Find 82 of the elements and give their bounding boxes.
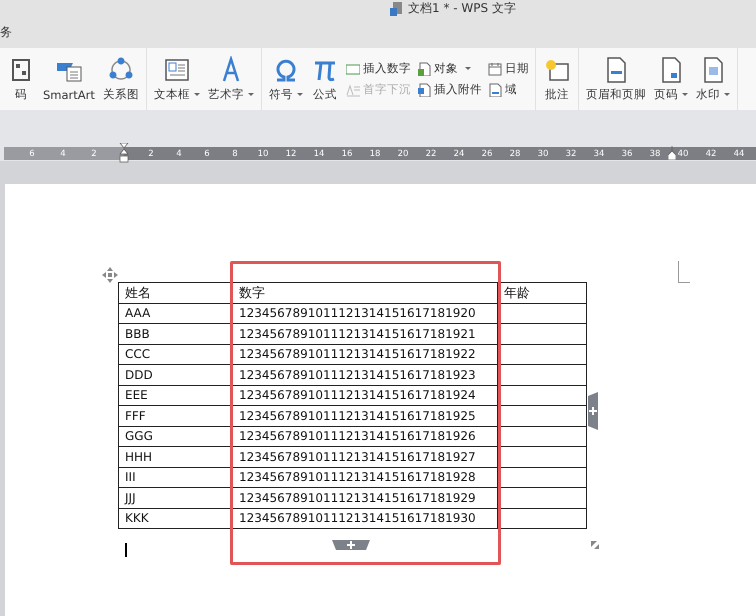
- ruler-number: 36: [620, 148, 634, 158]
- ruler-number: 6: [203, 148, 211, 158]
- menu-item[interactable]: 务: [0, 24, 12, 41]
- field-icon: [488, 82, 502, 96]
- ruler-number: 18: [368, 148, 382, 158]
- move-handle-icon[interactable]: [102, 267, 118, 283]
- document-icon: [390, 2, 402, 16]
- ruler-number: 34: [592, 148, 606, 158]
- number-icon: [346, 62, 360, 76]
- ribbon-button[interactable]: 页码: [650, 48, 691, 110]
- ribbon-button[interactable]: 插入数字: [344, 61, 413, 76]
- table-cell: CCC: [118, 344, 232, 364]
- table-cell: 1234567891011121314151617181924: [232, 385, 498, 406]
- calendar-icon: [488, 62, 502, 76]
- ruler-number: 32: [564, 148, 578, 158]
- table-cell: 1234567891011121314151617181921: [232, 324, 498, 344]
- ribbon-button[interactable]: 对象: [414, 61, 484, 76]
- ruler-number: 8: [231, 148, 239, 158]
- window-title: 文档1 * - WPS 文字: [408, 0, 516, 17]
- ribbon-button[interactable]: 批注: [540, 48, 574, 110]
- ruler-number: 16: [340, 148, 354, 158]
- table-cell: HHH: [118, 446, 232, 467]
- ruler-number: 4: [175, 148, 183, 158]
- ruler-number: 20: [396, 148, 410, 158]
- add-column-icon[interactable]: [588, 392, 598, 430]
- ribbon-button[interactable]: 日期: [486, 61, 531, 76]
- table-cell: JJJ: [118, 488, 232, 508]
- ruler-number: 44: [732, 148, 746, 158]
- ribbon-button[interactable]: 文本框: [150, 48, 203, 110]
- table-cell: 1234567891011121314151617181923: [232, 364, 498, 385]
- table-cell: 1234567891011121314151617181930: [232, 508, 498, 528]
- table-cell: BBB: [118, 324, 232, 344]
- ribbon-button[interactable]: 水印: [692, 48, 733, 110]
- ribbon-button[interactable]: 插入附件: [414, 82, 484, 97]
- table-cell: 1234567891011121314151617181926: [232, 426, 498, 446]
- table-cell: 1234567891011121314151617181922: [232, 344, 498, 364]
- document-icon: [416, 62, 431, 76]
- right-indent-marker-icon[interactable]: [668, 146, 676, 160]
- table-cell: EEE: [118, 385, 232, 406]
- indent-marker-icon[interactable]: [119, 143, 129, 165]
- table-cell: DDD: [118, 364, 232, 385]
- ruler-number: 2: [90, 148, 98, 158]
- ruler-number: 28: [508, 148, 522, 158]
- drop-cap-icon: [346, 82, 360, 96]
- ribbon-button[interactable]: 页眉和页脚: [582, 48, 649, 110]
- table-cell: 1234567891011121314151617181920: [232, 303, 498, 324]
- ruler-number: 6: [28, 148, 36, 158]
- attachment-icon: [416, 82, 431, 96]
- table-cell: III: [118, 467, 232, 488]
- table-cell: FFF: [118, 406, 232, 426]
- text-cursor: [125, 543, 127, 557]
- ruler-number: 24: [452, 148, 466, 158]
- ribbon-button[interactable]: 符号: [266, 48, 306, 110]
- ruler-number: 42: [704, 148, 718, 158]
- ruler-number: 14: [312, 148, 326, 158]
- table-cell: 1234567891011121314151617181925: [232, 406, 498, 426]
- resize-handle-icon[interactable]: [591, 541, 599, 549]
- table-cell: GGG: [118, 426, 232, 446]
- ruler-number: 30: [536, 148, 550, 158]
- ruler-number: 40: [676, 148, 690, 158]
- ribbon-button[interactable]: 关系图: [100, 48, 142, 110]
- ruler-number: 26: [480, 148, 494, 158]
- table-cell: 1234567891011121314151617181927: [232, 446, 498, 467]
- ruler-number: 22: [424, 148, 438, 158]
- ruler-number: 2: [147, 148, 155, 158]
- table-cell: 1234567891011121314151617181929: [232, 488, 498, 508]
- column-header: 数字: [232, 282, 498, 303]
- ribbon-button[interactable]: 公式: [308, 48, 342, 110]
- ribbon-button[interactable]: 艺术字: [204, 48, 257, 110]
- add-row-icon[interactable]: [332, 540, 370, 550]
- margin-corner-icon: [678, 261, 690, 283]
- ribbon-button[interactable]: SmartArt: [40, 48, 98, 110]
- table-cell: KKK: [118, 508, 232, 528]
- ribbon-button[interactable]: 域: [486, 82, 531, 97]
- column-header: 姓名: [118, 282, 232, 303]
- ruler-number: 38: [648, 148, 662, 158]
- table-cell: AAA: [118, 303, 232, 324]
- ruler-number: 12: [284, 148, 298, 158]
- ruler-number: 4: [59, 148, 67, 158]
- ribbon-button[interactable]: 码: [4, 48, 38, 110]
- ruler-number: 10: [256, 148, 270, 158]
- table-cell: 1234567891011121314151617181928: [232, 467, 498, 488]
